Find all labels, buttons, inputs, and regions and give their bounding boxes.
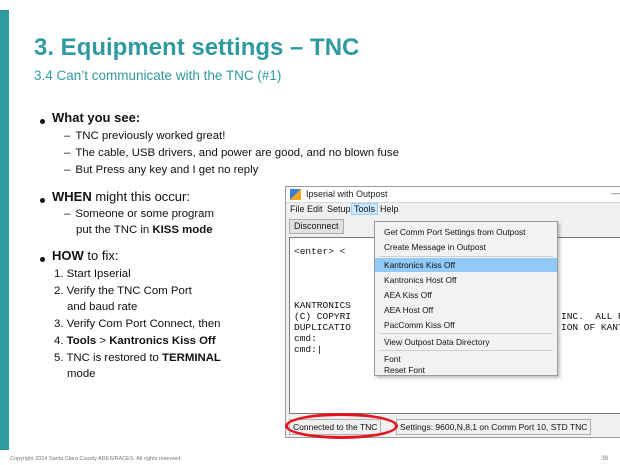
menu-file[interactable]: File bbox=[290, 204, 305, 214]
when-heading: WHEN might this occur: bbox=[52, 189, 190, 204]
how-heading: HOW to fix: bbox=[52, 248, 119, 263]
menu-separator bbox=[379, 333, 553, 334]
when-line: – Someone or some program bbox=[64, 208, 214, 220]
bullet-dot bbox=[40, 198, 45, 203]
menu-item-aea-kiss-off[interactable]: AEA Kiss Off bbox=[375, 288, 557, 302]
menu-item-kantronics-kiss-off[interactable]: Kantronics Kiss Off bbox=[375, 258, 557, 272]
menu-item-create-message[interactable]: Create Message in Outpost bbox=[375, 240, 557, 254]
terminal-line: KANTRONICS bbox=[294, 300, 352, 311]
copyright-footer: Copyright 2024 Santa Clara County ARES/R… bbox=[10, 456, 182, 462]
menu-item-kantronics-host-off[interactable]: Kantronics Host Off bbox=[375, 273, 557, 287]
disconnect-button[interactable]: Disconnect bbox=[289, 219, 344, 234]
menu-item-aea-host-off[interactable]: AEA Host Off bbox=[375, 303, 557, 317]
accent-bar bbox=[0, 10, 9, 450]
step-5: 5. TNC is restored to TERMINAL bbox=[54, 352, 221, 364]
terminal-line: INC. ALL R bbox=[561, 311, 620, 322]
menu-edit[interactable]: Edit bbox=[307, 204, 323, 214]
status-settings: Settings: 9600,N,8,1 on Comm Port 10, ST… bbox=[396, 419, 592, 435]
bullet-dot bbox=[40, 257, 45, 262]
menu-separator bbox=[379, 350, 553, 351]
step-5-cont: mode bbox=[67, 368, 96, 380]
see-item: – But Press any key and I get no reply bbox=[64, 164, 259, 176]
menu-setup[interactable]: Setup bbox=[327, 204, 351, 214]
menu-separator bbox=[379, 256, 553, 257]
slide: 3. Equipment settings – TNC 3.4 Can’t co… bbox=[0, 0, 620, 465]
menu-item-font[interactable]: Font bbox=[375, 352, 557, 366]
highlight-ring bbox=[285, 413, 398, 439]
minimize-icon[interactable]: — bbox=[611, 188, 620, 198]
window-title: Ipserial with Outpost bbox=[306, 189, 388, 199]
menu-tools[interactable]: Tools bbox=[351, 203, 379, 215]
page-number: 39 bbox=[601, 456, 608, 462]
step-3: 3. Verify Com Port Connect, then bbox=[54, 318, 221, 330]
menu-item-reset-font[interactable]: Reset Font bbox=[375, 365, 557, 375]
menu-item-view-outpost-data[interactable]: View Outpost Data Directory bbox=[375, 335, 557, 349]
menu-help[interactable]: Help bbox=[380, 204, 399, 214]
slide-subtitle: 3.4 Can’t communicate with the TNC (#1) bbox=[34, 68, 282, 83]
step-4: 4. Tools > Kantronics Kiss Off bbox=[54, 335, 216, 347]
bullet-dot bbox=[40, 119, 45, 124]
app-icon bbox=[290, 189, 301, 200]
terminal-line: cmd:| bbox=[294, 344, 323, 355]
terminal-line: (C) COPYRI bbox=[294, 311, 352, 322]
window-titlebar: Ipserial with Outpost — bbox=[286, 187, 620, 203]
terminal-line: ION OF KANT bbox=[561, 322, 620, 333]
menu-item-get-comm-settings[interactable]: Get Comm Port Settings from Outpost bbox=[375, 225, 557, 239]
menu-item-paccomm-kiss-off[interactable]: PacComm Kiss Off bbox=[375, 318, 557, 332]
step-2-cont: and baud rate bbox=[67, 301, 138, 313]
see-heading: What you see: bbox=[52, 110, 141, 125]
see-item: – TNC previously worked great! bbox=[64, 130, 226, 142]
step-2: 2. Verify the TNC Com Port bbox=[54, 285, 192, 297]
terminal-line: DUPLICATIO bbox=[294, 322, 352, 333]
tools-dropdown: Get Comm Port Settings from Outpost Crea… bbox=[374, 221, 558, 376]
terminal-line: <enter> < bbox=[294, 246, 346, 257]
see-item: – The cable, USB drivers, and power are g… bbox=[64, 147, 399, 159]
step-1: 1. Start Ipserial bbox=[54, 268, 131, 280]
menubar: File Edit Setup Tools Help bbox=[286, 203, 620, 217]
terminal-line: cmd: bbox=[294, 333, 317, 344]
when-line: put the TNC in KISS mode bbox=[76, 224, 213, 236]
slide-title: 3. Equipment settings – TNC bbox=[34, 34, 360, 61]
